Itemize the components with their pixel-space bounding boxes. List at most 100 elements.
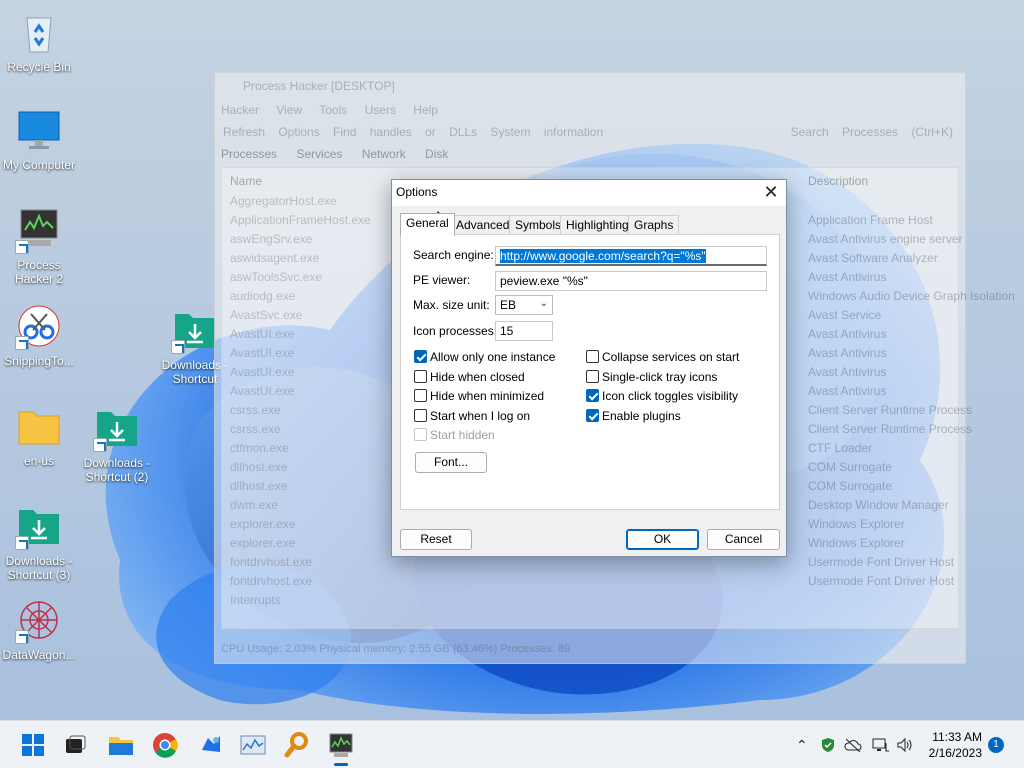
app-icon[interactable] bbox=[196, 730, 226, 760]
active-app-indicator bbox=[334, 763, 348, 766]
process-description: Avast Antivirus engine server bbox=[808, 232, 963, 246]
font-button[interactable]: Font... bbox=[415, 452, 487, 473]
checkbox-icon-click-toggles-visibility[interactable]: Icon click toggles visibility bbox=[586, 389, 738, 405]
icon-processes-field[interactable]: 15 bbox=[495, 321, 553, 341]
process-hacker-icon[interactable] bbox=[326, 730, 356, 760]
process-hacker-icon bbox=[15, 206, 63, 254]
process-description: Application Frame Host bbox=[808, 213, 933, 227]
downloads-folder-icon bbox=[171, 306, 219, 354]
process-row: AvastUI.exe bbox=[230, 365, 295, 379]
max-size-unit-label: Max. size unit: bbox=[413, 298, 490, 312]
process-description: Client Server Runtime Process bbox=[808, 403, 973, 417]
checkbox-start-hidden: Start hidden bbox=[414, 428, 495, 444]
dialog-title-bar[interactable]: Options ✕ bbox=[392, 180, 786, 206]
checkbox-label: Enable plugins bbox=[602, 408, 681, 423]
process-description: Usermode Font Driver Host bbox=[808, 555, 955, 569]
process-row: AvastUI.exe bbox=[230, 327, 295, 341]
process-description: Avast Antivirus bbox=[808, 384, 887, 398]
process-row: ctfmon.exe bbox=[230, 441, 289, 455]
tab-highlighting[interactable]: Highlighting bbox=[560, 215, 635, 235]
checkbox-start-when-i-log-on[interactable]: Start when I log on bbox=[414, 409, 530, 425]
desktop-icon-label: Process Hacker 2 bbox=[14, 258, 64, 286]
search-processes-input: Search Processes (Ctrl+K) bbox=[790, 125, 953, 139]
tab-general[interactable]: General bbox=[400, 213, 455, 236]
clock-date: 2/16/2023 bbox=[928, 746, 982, 760]
checkbox-label: Single-click tray icons bbox=[602, 369, 718, 384]
file-explorer-icon[interactable] bbox=[106, 730, 136, 760]
toolbar: Refresh Options Find handles or DLLs Sys… bbox=[215, 121, 965, 145]
process-row: explorer.exe bbox=[230, 517, 296, 531]
desktop-icon-downloads-shortcut-3[interactable]: Downloads - Shortcut (3) bbox=[0, 502, 78, 582]
task-view-icon[interactable] bbox=[60, 730, 90, 760]
network-icon[interactable] bbox=[872, 737, 890, 756]
process-row: audiodg.exe bbox=[230, 289, 296, 303]
shortcut-arrow-icon bbox=[15, 240, 29, 254]
folder-icon bbox=[15, 402, 63, 450]
computer-monitor-icon bbox=[15, 106, 63, 154]
security-shield-icon[interactable] bbox=[820, 737, 836, 756]
tab-advanced[interactable]: Advanced bbox=[450, 215, 516, 235]
process-row: dllhost.exe bbox=[230, 479, 288, 493]
checkbox-collapse-services-on-start[interactable]: Collapse services on start bbox=[586, 350, 739, 366]
process-row: aswEngSrv.exe bbox=[230, 232, 313, 246]
process-description: Avast Software Analyzer bbox=[808, 251, 938, 265]
checkbox-label: Allow only one instance bbox=[430, 350, 556, 364]
desktop-icon-label: DataWagon... bbox=[2, 648, 76, 662]
desktop-icon-my-computer[interactable]: My Computer bbox=[0, 106, 78, 172]
process-row: aswToolsSvc.exe bbox=[230, 270, 323, 284]
pe-viewer-field[interactable]: peview.exe "%s" bbox=[495, 271, 767, 291]
tab-symbols[interactable]: Symbols bbox=[509, 215, 568, 235]
checkbox-label: Start when I log on bbox=[430, 408, 531, 423]
max-size-unit-value: EB bbox=[500, 298, 517, 312]
chevron-down-icon: ⌄ bbox=[539, 298, 548, 309]
taskbar: ⌃ 11:33 AM 2/16/2023 1 bbox=[0, 720, 1024, 768]
checkbox-allow-only-one-instance[interactable]: Allow only one instance bbox=[414, 350, 555, 366]
process-description: Usermode Font Driver Host bbox=[808, 574, 955, 588]
cloud-offline-icon[interactable] bbox=[844, 737, 862, 756]
checkbox-checked-icon bbox=[586, 389, 599, 403]
process-row: AvastUI.exe bbox=[230, 346, 295, 360]
process-row: AvastUI.exe bbox=[230, 384, 295, 398]
desktop-icon-en-us-folder[interactable]: en-us bbox=[0, 402, 78, 468]
checkbox-hide-when-minimized[interactable]: Hide when minimized bbox=[414, 389, 544, 405]
max-size-unit-select[interactable]: EB ⌄ bbox=[495, 295, 553, 315]
process-description: Avast Service bbox=[808, 308, 882, 322]
cancel-button[interactable]: Cancel bbox=[707, 529, 780, 550]
icon-processes-value: 15 bbox=[500, 324, 514, 338]
tab-graphs[interactable]: Graphs bbox=[628, 215, 680, 235]
search-engine-label: Search engine: bbox=[413, 248, 494, 262]
process-row: ApplicationFrameHost.exe bbox=[230, 213, 371, 227]
checkbox-label: Collapse services on start bbox=[602, 350, 740, 364]
process-description: Avast Antivirus bbox=[808, 270, 887, 284]
process-description: Avast Antivirus bbox=[808, 365, 887, 379]
performance-monitor-icon[interactable] bbox=[238, 730, 268, 760]
checkbox-hide-when-closed[interactable]: Hide when closed bbox=[414, 370, 525, 386]
desktop-icon-recycle-bin[interactable]: Recycle Bin bbox=[0, 8, 78, 74]
ok-button[interactable]: OK bbox=[626, 529, 699, 550]
column-header-description: Description bbox=[808, 174, 869, 188]
close-icon[interactable]: ✕ bbox=[756, 180, 786, 206]
desktop-icon-downloads-shortcut-2[interactable]: Downloads - Shortcut (2) bbox=[78, 404, 156, 484]
checkbox-single-click-tray-icons[interactable]: Single-click tray icons bbox=[586, 370, 717, 386]
process-row: csrss.exe bbox=[230, 403, 281, 417]
volume-icon[interactable] bbox=[896, 737, 914, 756]
reset-button[interactable]: Reset bbox=[400, 529, 472, 550]
process-description: Windows Explorer bbox=[808, 536, 905, 550]
checkbox-enable-plugins[interactable]: Enable plugins bbox=[586, 409, 681, 425]
chrome-icon[interactable] bbox=[150, 730, 180, 760]
desktop-icon-label: Recycle Bin bbox=[7, 60, 71, 74]
shortcut-arrow-icon bbox=[15, 536, 29, 550]
menu-bar: Hacker View Tools Users Help bbox=[221, 103, 438, 117]
chevron-up-icon[interactable]: ⌃ bbox=[796, 737, 808, 754]
notification-badge[interactable]: 1 bbox=[988, 737, 1004, 753]
desktop-icon-process-hacker[interactable]: Process Hacker 2 bbox=[0, 206, 78, 286]
process-row: explorer.exe bbox=[230, 536, 296, 550]
desktop-icon-label: Downloads - Shortcut (2) bbox=[83, 456, 151, 484]
magnifier-search-icon[interactable] bbox=[282, 730, 312, 760]
checkbox-label: Start hidden bbox=[430, 428, 495, 442]
desktop-icon-datawagon[interactable]: DataWagon... bbox=[0, 596, 78, 662]
search-engine-field[interactable]: http://www.google.com/search?q="%s" bbox=[495, 246, 767, 266]
clock[interactable]: 11:33 AM 2/16/2023 bbox=[929, 729, 982, 761]
desktop-icon-snipping-tool[interactable]: SnippingTo... bbox=[0, 302, 78, 368]
start-icon[interactable] bbox=[18, 730, 48, 760]
